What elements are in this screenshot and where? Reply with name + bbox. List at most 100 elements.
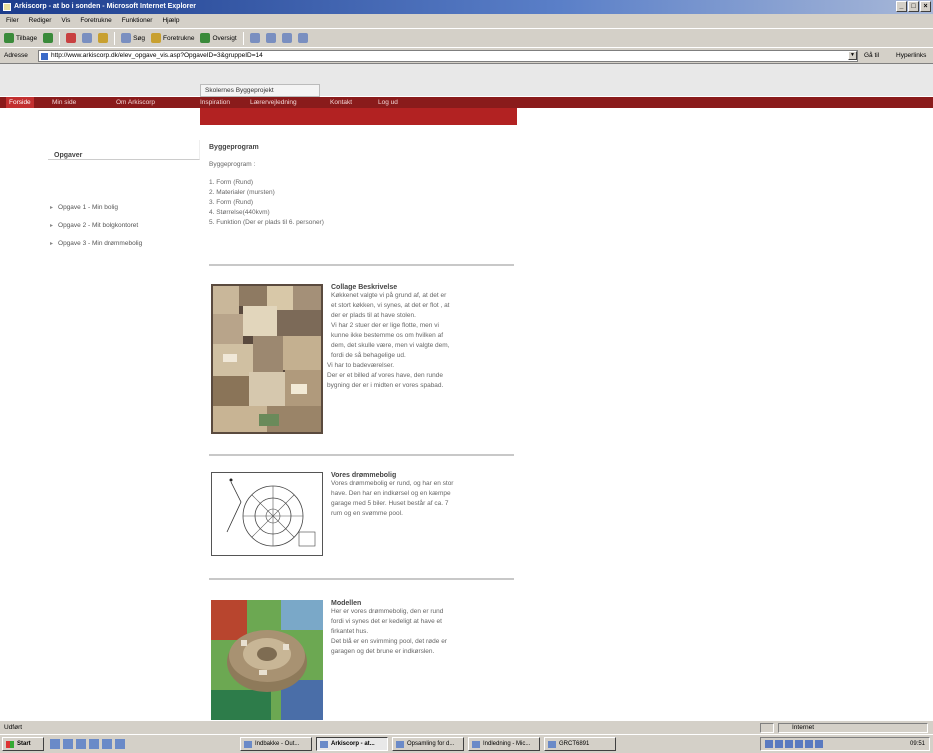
favorites-label: Foretrukne [163, 34, 195, 42]
menu-favorites[interactable]: Foretrukne [80, 14, 111, 28]
site-nav: Forside Min side Om Arkiscorp Inspiratio… [0, 97, 933, 108]
program-item: 2. Materialer (mursten) [209, 189, 275, 196]
sidebar-link-opgave-2[interactable]: Opgave 2 - Mit bolgkontoret [50, 222, 138, 229]
nav-log-ud[interactable]: Log ud [378, 97, 398, 108]
article-line: have. Den har en indkørsel og en kæmpe [331, 490, 451, 497]
forward-arrow-icon[interactable] [43, 33, 54, 43]
tray-icon[interactable] [815, 740, 823, 748]
divider [209, 578, 514, 580]
menu-edit[interactable]: Rediger [29, 14, 52, 28]
taskbar-task[interactable]: GRCT6891 [544, 737, 616, 751]
page-header [0, 64, 933, 96]
article-line: der er plads til at have stolen. [331, 312, 416, 319]
article-line: garagen og det brune er indkørslen. [331, 648, 435, 655]
back-label: Tilbage [16, 34, 38, 42]
program-item: 5. Funktion (Der er plads til 6. persone… [209, 219, 324, 226]
site-title: Skolernes Byggeprojekt [200, 84, 320, 97]
nav-om-arkiscorp[interactable]: Om Arkiscorp [116, 97, 155, 108]
nav-inspiration[interactable]: Inspiration [200, 97, 230, 108]
menu-file[interactable]: Filer [6, 14, 19, 28]
program-item: 1. Form (Rund) [209, 179, 254, 186]
favorites-button[interactable]: Foretrukne [151, 33, 194, 43]
search-button[interactable]: Søg [121, 33, 145, 43]
menu-tools[interactable]: Funktioner [122, 14, 153, 28]
quicklaunch-icon[interactable] [63, 739, 73, 749]
taskbar-task[interactable]: Indbakke - Out... [240, 737, 312, 751]
search-icon [121, 33, 132, 43]
divider [209, 264, 514, 266]
address-label: Adresse [4, 52, 28, 59]
article-drawing: Vores drømmebolig Vores drømmebolig er r… [211, 472, 516, 560]
tray-icon[interactable] [765, 740, 773, 748]
menu-view[interactable]: Vis [61, 14, 70, 28]
tray-icon[interactable] [795, 740, 803, 748]
article-line: bygning der er i midten er vores spabad. [327, 382, 444, 389]
program-item: 4. Størrelse(440kvm) [209, 209, 270, 216]
close-button[interactable]: × [920, 1, 931, 12]
stop-icon[interactable] [66, 33, 77, 43]
article-line: Vores drømmebolig er rund, og har en sto… [331, 480, 454, 487]
menu-bar: Filer Rediger Vis Foretrukne Funktioner … [0, 14, 933, 28]
address-input[interactable]: http://www.arkiscorp.dk/elev_opgave_vis.… [38, 50, 858, 62]
print-icon[interactable] [265, 33, 276, 43]
menu-help[interactable]: Hjælp [162, 14, 179, 28]
back-arrow-icon [4, 33, 14, 43]
article-line: kunne ikke bestemme os om hvilken af [331, 332, 443, 339]
tray-icon[interactable] [785, 740, 793, 748]
status-text: Udført [4, 724, 23, 731]
discuss-icon[interactable] [297, 33, 308, 43]
mail-icon[interactable] [249, 33, 260, 43]
sidebar-title: Opgaver [54, 152, 83, 159]
edit-icon[interactable] [281, 33, 292, 43]
article-model: Modellen Her er vores drømmebolig, den e… [211, 600, 516, 720]
history-button[interactable]: Oversigt [200, 33, 237, 43]
back-button[interactable]: Tilbage [4, 33, 37, 43]
address-dropdown-icon[interactable]: ▼ [848, 51, 857, 60]
taskbar-task-active[interactable]: Arkiscorp - at... [316, 737, 388, 751]
intro-subheading: Byggeprogram : [209, 161, 256, 168]
status-panel [760, 723, 774, 733]
article-title: Collage Beskrivelse [331, 284, 398, 291]
quicklaunch-icon[interactable] [76, 739, 86, 749]
minimize-button[interactable]: _ [896, 1, 907, 12]
sidebar-link-opgave-3[interactable]: Opgave 3 - Min drømmebolig [50, 240, 142, 247]
tray-icon[interactable] [805, 740, 813, 748]
start-button[interactable]: Start [2, 737, 44, 751]
quicklaunch-icon[interactable] [102, 739, 112, 749]
article-text: Vores drømmebolig Vores drømmebolig er r… [331, 472, 511, 519]
nav-min-side[interactable]: Min side [52, 97, 76, 108]
sidebar-link-opgave-1[interactable]: Opgave 1 - Min bolig [50, 204, 118, 211]
nav-laerervejledning[interactable]: Lærervejledning [250, 97, 297, 108]
article-line: dem, det skulle være, men vi valgte dem, [331, 342, 450, 349]
program-item: 3. Form (Rund) [209, 199, 254, 206]
maximize-button[interactable]: □ [908, 1, 919, 12]
quicklaunch-icon[interactable] [50, 739, 60, 749]
quicklaunch-icon[interactable] [89, 739, 99, 749]
links-button[interactable]: Hyperlinks [896, 52, 926, 59]
taskbar-task[interactable]: Indledning - Mic... [468, 737, 540, 751]
home-icon[interactable] [98, 33, 109, 43]
article-line: Køkkenet valgte vi på grund af, at det e… [331, 292, 447, 299]
taskbar-task[interactable]: Opsamling for d... [392, 737, 464, 751]
toolbar-separator [242, 31, 244, 45]
refresh-icon[interactable] [82, 33, 93, 43]
tray-icon[interactable] [775, 740, 783, 748]
favorites-icon [151, 33, 161, 43]
system-tray: 09:51 [760, 737, 930, 751]
browser-window: Arkiscorp - at bo i sonden - Microsoft I… [0, 0, 933, 753]
program-list: 1. Form (Rund) 2. Materialer (mursten) 3… [209, 178, 519, 228]
nav-kontakt[interactable]: Kontakt [330, 97, 352, 108]
article-line: et stort køkken, vi synes, at det er flo… [331, 302, 450, 309]
page-icon [41, 53, 48, 60]
go-button[interactable]: Gå til [864, 52, 879, 59]
address-bar: Adresse http://www.arkiscorp.dk/elev_opg… [0, 47, 933, 64]
house-model-image [211, 600, 323, 720]
nav-forside[interactable]: Forside [6, 97, 34, 108]
status-bar: Udført Internet [0, 720, 933, 734]
article-line: Her er vores drømmebolig, den er rund [331, 608, 444, 615]
article-line: rum og en svømme pool. [331, 510, 403, 517]
toolbar-separator [59, 31, 61, 45]
article-line: Vi har to badeværelser. [327, 362, 395, 369]
quick-launch [50, 739, 125, 749]
quicklaunch-icon[interactable] [115, 739, 125, 749]
